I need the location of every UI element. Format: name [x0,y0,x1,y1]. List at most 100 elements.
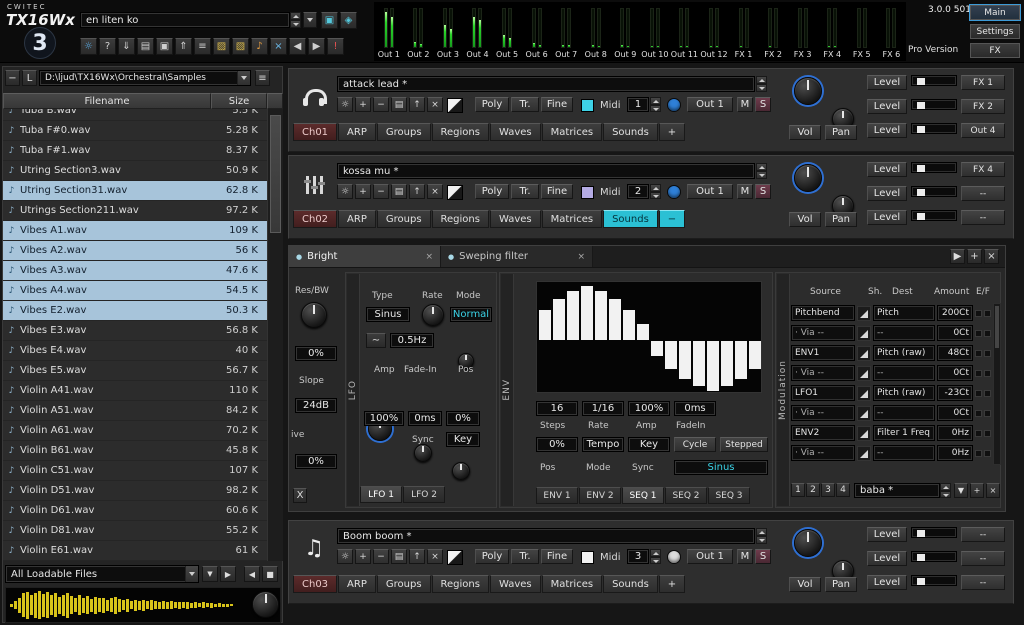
add-icon[interactable]: + [355,549,371,564]
file-row[interactable]: ♪Utring Section31.wav62.8 K [3,181,267,201]
mod-remove-button[interactable]: × [986,483,1000,498]
solo-button[interactable]: S [755,184,771,199]
folder-program-icon[interactable]: ▧ [232,38,249,55]
mod-page-1[interactable]: 1 [791,483,805,497]
mod-f-checkbox[interactable] [984,310,991,317]
dropdown-button[interactable]: ▼ [202,566,218,582]
send-level-slider[interactable] [911,551,957,562]
file-row[interactable]: ♪Violin A41.wav110 K [3,381,267,401]
preview-volume-knob[interactable] [252,591,279,618]
performance-preset-field[interactable]: en liten ko [80,12,290,28]
fine-tune-button[interactable]: Fine [541,549,573,564]
file-row[interactable]: ♪Violin D51.wav98.2 K [3,481,267,501]
panic-icon[interactable]: ! [327,38,344,55]
add-tab-button[interactable]: + [659,123,685,141]
list-icon[interactable]: ≡ [194,38,211,55]
file-row[interactable]: ♪Vibes A3.wav47.6 K [3,261,267,281]
channel-id-tab[interactable]: Ch01 [293,123,337,141]
mod-preset-field[interactable]: baba * [854,483,940,498]
stop-button[interactable]: ■ [262,566,278,582]
tab-sounds[interactable]: Sounds [603,210,658,228]
tab-matrices[interactable]: Matrices [542,210,602,228]
display-mode-swatch[interactable] [447,185,463,200]
close-program-icon[interactable]: × [270,38,287,55]
tab-groups[interactable]: Groups [377,575,431,593]
tab-seq-1[interactable]: SEQ 1 [622,487,664,504]
midi-channel-spinner[interactable] [650,97,661,112]
tab-regions[interactable]: Regions [432,123,489,141]
file-row[interactable]: ♪Violin D61.wav60.6 K [3,501,267,521]
open-performance-icon[interactable]: ⇓ [118,38,135,55]
send-dest-button[interactable]: -- [961,186,1005,201]
send-level-button[interactable]: Level [867,75,907,90]
mod-f-checkbox[interactable] [984,450,991,457]
mod-dest-select[interactable]: -- [873,445,935,461]
mod-f-checkbox[interactable] [984,430,991,437]
midi-channel-spinner[interactable] [650,549,661,564]
preset-spinner[interactable] [290,12,301,28]
column-header-size[interactable]: Size [211,93,267,109]
mod-source-select[interactable]: · Via -- [791,365,855,381]
channel-settings-icon[interactable]: ☼ [337,184,353,199]
send-level-button[interactable]: Level [867,186,907,201]
path-dropdown[interactable]: D:\ljud\TX16Wx\Orchestral\Samples [39,70,251,86]
volume-knob[interactable] [794,77,822,105]
mod-shape-button[interactable] [857,386,871,401]
tab-lfo-1[interactable]: LFO 1 [360,486,402,503]
send-level-button[interactable]: Level [867,551,907,566]
lfo-mode-select[interactable]: Normal [450,307,492,322]
display-mode-swatch[interactable] [447,550,463,565]
file-row[interactable]: ♪Tuba F#1.wav8.37 K [3,141,267,161]
undo-icon[interactable]: ◀ [289,38,306,55]
solo-button[interactable]: S [755,549,771,564]
editor-add-button[interactable]: + [967,249,982,264]
settings-gear-icon[interactable]: ☼ [80,38,97,55]
send-level-slider[interactable] [911,123,957,134]
file-row[interactable]: ♪Violin A51.wav84.2 K [3,401,267,421]
file-filter-dropdown[interactable]: All Loadable Files [5,565,199,583]
file-row[interactable]: ♪Tuba F#0.wav5.28 K [3,121,267,141]
tab-waves[interactable]: Waves [490,575,541,593]
close-icon[interactable]: × [427,184,443,199]
seq-shape-select[interactable]: Sinus [674,460,768,475]
pan-mode-button[interactable]: Pan [825,125,857,140]
mod-e-checkbox[interactable] [975,450,982,457]
lfo-pos-field[interactable]: 0% [446,411,480,426]
tab-regions[interactable]: Regions [432,575,489,593]
mod-shape-button[interactable] [857,366,871,381]
lfo-type-select[interactable]: Sinus [366,307,410,322]
browser-menu-button[interactable]: ≡ [255,70,270,86]
prev-button[interactable]: ◀ [244,566,260,582]
file-row[interactable]: ♪Violin B61.wav45.8 K [3,441,267,461]
mod-dest-select[interactable]: -- [873,365,935,381]
editor-tab-sweping-filter[interactable]: ●Sweping filter× [441,246,593,267]
scrollbar-thumb[interactable] [270,115,281,233]
pan-mode-button[interactable]: Pan [825,212,857,227]
send-level-button[interactable]: Level [867,527,907,542]
tab-groups[interactable]: Groups [377,210,431,228]
mute-button[interactable]: M [737,549,753,564]
lfo-fadein-field[interactable]: 0ms [408,411,442,426]
output-select-button[interactable]: Out 1 [687,184,733,199]
wave-note-icon[interactable]: ♪ [251,38,268,55]
mod-shape-button[interactable] [857,326,871,341]
send-level-button[interactable]: Level [867,162,907,177]
collapse-button[interactable]: − [5,70,20,86]
lfo-amp-field[interactable]: 100% [364,411,404,426]
redo-icon[interactable]: ▶ [308,38,325,55]
transpose-button[interactable]: Tr. [511,184,539,199]
mod-source-select[interactable]: · Via -- [791,405,855,421]
file-row[interactable]: ♪Tuba B.wav5.5 K [3,109,267,121]
layers-icon[interactable]: ▤ [391,97,407,112]
lock-button[interactable]: L [22,70,37,86]
tab-close-icon[interactable]: × [577,252,585,262]
fine-tune-button[interactable]: Fine [541,184,573,199]
mod-dest-select[interactable]: Pitch (raw) [873,385,935,401]
send-dest-button[interactable]: -- [961,527,1005,542]
lfo-sync-select[interactable]: Key [446,432,480,447]
mod-amount-field[interactable]: 0Hz [937,445,973,461]
lfo-wave-icon[interactable]: ∼ [366,333,386,348]
send-dest-button[interactable]: -- [961,210,1005,225]
tab-matrices[interactable]: Matrices [542,123,602,141]
mod-amount-field[interactable]: 48Ct [937,345,973,361]
